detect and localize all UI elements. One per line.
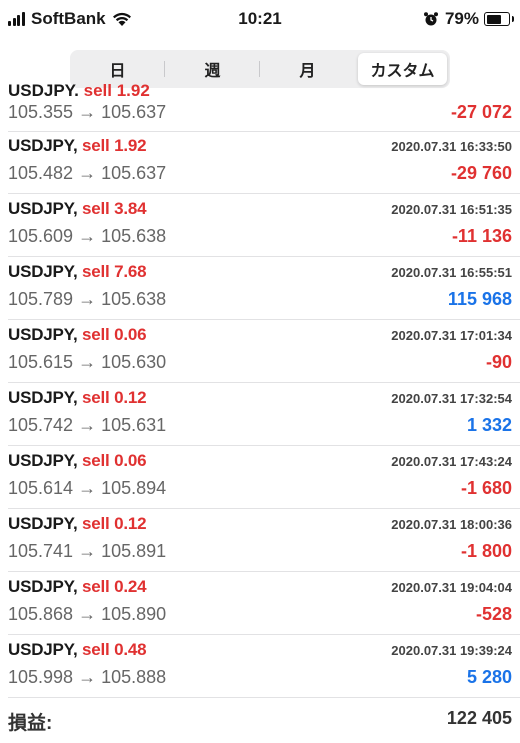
trade-history-list[interactable]: 105.355 → 105.637 -27 072 USDJPY, sell 1… <box>0 96 520 743</box>
trade-time: 2020.07.31 16:33:50 <box>391 139 512 154</box>
list-item[interactable]: USDJPY, sell 0.24 2020.07.31 19:04:04 105.… <box>0 573 520 635</box>
trade-time: 2020.07.31 17:32:54 <box>391 391 512 406</box>
price-range: 105.355 → 105.637 <box>8 102 167 122</box>
row-divider <box>8 508 520 509</box>
side-label: sell 0.48 <box>82 640 147 659</box>
profit-value: -27 072 <box>450 102 512 122</box>
row-divider <box>8 382 520 383</box>
price-range: 105.609 → 105.638 <box>8 226 167 246</box>
list-item[interactable]: USDJPY, sell 3.84 2020.07.31 16:51:35 105.… <box>0 195 520 257</box>
trade-title: USDJPY, sell 0.12 <box>8 388 147 408</box>
side-label: sell 1.92 <box>82 136 147 155</box>
segment-month[interactable]: 月 <box>263 53 352 85</box>
row-divider <box>8 256 520 257</box>
symbol-label: USDJPY, <box>8 640 78 659</box>
trade-title: USDJPY, sell 0.06 <box>8 325 147 345</box>
list-item[interactable]: USDJPY, sell 0.12 2020.07.31 18:00:36 105.… <box>0 510 520 572</box>
alarm-icon <box>423 12 438 26</box>
symbol-label: USDJPY, <box>8 325 78 344</box>
trade-time: 2020.07.31 17:01:34 <box>391 328 512 343</box>
row-divider <box>8 193 520 194</box>
price-range: 105.742 → 105.631 <box>8 415 167 435</box>
trade-time: 2020.07.31 16:55:51 <box>391 265 512 280</box>
trade-title: USDJPY, sell 0.24 <box>8 577 147 597</box>
list-item[interactable]: USDJPY, sell 0.06 2020.07.31 17:01:34 105.… <box>0 321 520 383</box>
list-item[interactable]: USDJPY, sell 0.06 2020.07.31 17:43:24 105.… <box>0 447 520 509</box>
trade-time: 2020.07.31 16:51:35 <box>391 202 512 217</box>
row-divider <box>8 319 520 320</box>
symbol-label: USDJPY, <box>8 388 78 407</box>
list-item[interactable]: USDJPY, sell 0.12 2020.07.31 17:32:54 105.… <box>0 384 520 446</box>
trade-title: USDJPY, sell 0.48 <box>8 640 147 660</box>
status-right: 79% <box>423 9 514 29</box>
list-item[interactable]: USDJPY, sell 7.68 2020.07.31 16:55:51 105.… <box>0 258 520 320</box>
price-range: 105.741 → 105.891 <box>8 541 167 561</box>
trade-title: USDJPY, sell 0.12 <box>8 514 147 534</box>
trade-title: USDJPY, sell 3.84 <box>8 199 147 219</box>
partial-side: sell 1.92 <box>83 82 150 96</box>
profit-value: -90 <box>485 352 512 372</box>
row-divider <box>8 445 520 446</box>
side-label: sell 0.12 <box>82 514 147 533</box>
row-divider <box>8 634 520 635</box>
profit-value: -29 760 <box>450 163 512 183</box>
symbol-label: USDJPY, <box>8 262 78 281</box>
list-item[interactable]: USDJPY, sell 1.92 2020.07.31 16:33:50 105.… <box>0 132 520 194</box>
price-range: 105.614 → 105.894 <box>8 478 167 498</box>
profit-value: 1 332 <box>466 415 512 435</box>
trade-time: 2020.07.31 19:39:24 <box>391 643 512 658</box>
symbol-label: USDJPY, <box>8 199 78 218</box>
price-range: 105.789 → 105.638 <box>8 289 167 309</box>
profit-value: -1 800 <box>460 541 512 561</box>
trade-time: 2020.07.31 17:43:24 <box>391 454 512 469</box>
profit-value: -11 136 <box>451 226 512 246</box>
status-bar: SoftBank 10:21 79% <box>0 0 520 40</box>
side-label: sell 3.84 <box>82 199 147 218</box>
symbol-label: USDJPY, <box>8 136 78 155</box>
summary-label: 損益: <box>8 713 53 734</box>
segment-day[interactable]: 日 <box>73 53 165 85</box>
profit-value: 5 280 <box>466 667 512 687</box>
profit-value: -528 <box>475 604 512 624</box>
symbol-label: USDJPY, <box>8 514 78 533</box>
segment-custom[interactable]: カスタム <box>358 53 447 85</box>
row-divider <box>8 697 520 698</box>
side-label: sell 7.68 <box>82 262 147 281</box>
trade-time: 2020.07.31 18:00:36 <box>391 517 512 532</box>
trade-time: 2020.07.31 19:04:04 <box>391 580 512 595</box>
side-label: sell 0.24 <box>82 577 147 596</box>
profit-value: 115 968 <box>447 289 512 309</box>
segment-week[interactable]: 週 <box>168 53 260 85</box>
trade-title: USDJPY, sell 7.68 <box>8 262 147 282</box>
symbol-label: USDJPY, <box>8 451 78 470</box>
side-label: sell 0.06 <box>82 325 147 344</box>
side-label: sell 0.06 <box>82 451 147 470</box>
price-range: 105.615 → 105.630 <box>8 352 167 372</box>
trade-title: USDJPY, sell 1.92 <box>8 136 147 156</box>
profit-value: -1 680 <box>460 478 512 498</box>
summary-value: 122 405 <box>446 708 512 728</box>
profit-summary: 損益: 122 405 <box>0 700 520 740</box>
partial-symbol: USDJPY, <box>8 82 79 96</box>
list-item-partial[interactable]: 105.355 → 105.637 -27 072 <box>0 96 520 132</box>
battery-percent: 79% <box>444 9 479 28</box>
price-range: 105.868 → 105.890 <box>8 604 167 624</box>
side-label: sell 0.12 <box>82 388 147 407</box>
list-item[interactable]: USDJPY, sell 0.48 2020.07.31 19:39:24 105.… <box>0 636 520 698</box>
row-divider <box>8 571 520 572</box>
partial-row-header: USDJPY, sell 1.92 <box>8 82 150 96</box>
price-range: 105.998 → 105.888 <box>8 667 167 687</box>
trade-title: USDJPY, sell 0.06 <box>8 451 147 471</box>
battery-icon <box>484 12 514 26</box>
price-range: 105.482 → 105.637 <box>8 163 167 183</box>
symbol-label: USDJPY, <box>8 577 78 596</box>
